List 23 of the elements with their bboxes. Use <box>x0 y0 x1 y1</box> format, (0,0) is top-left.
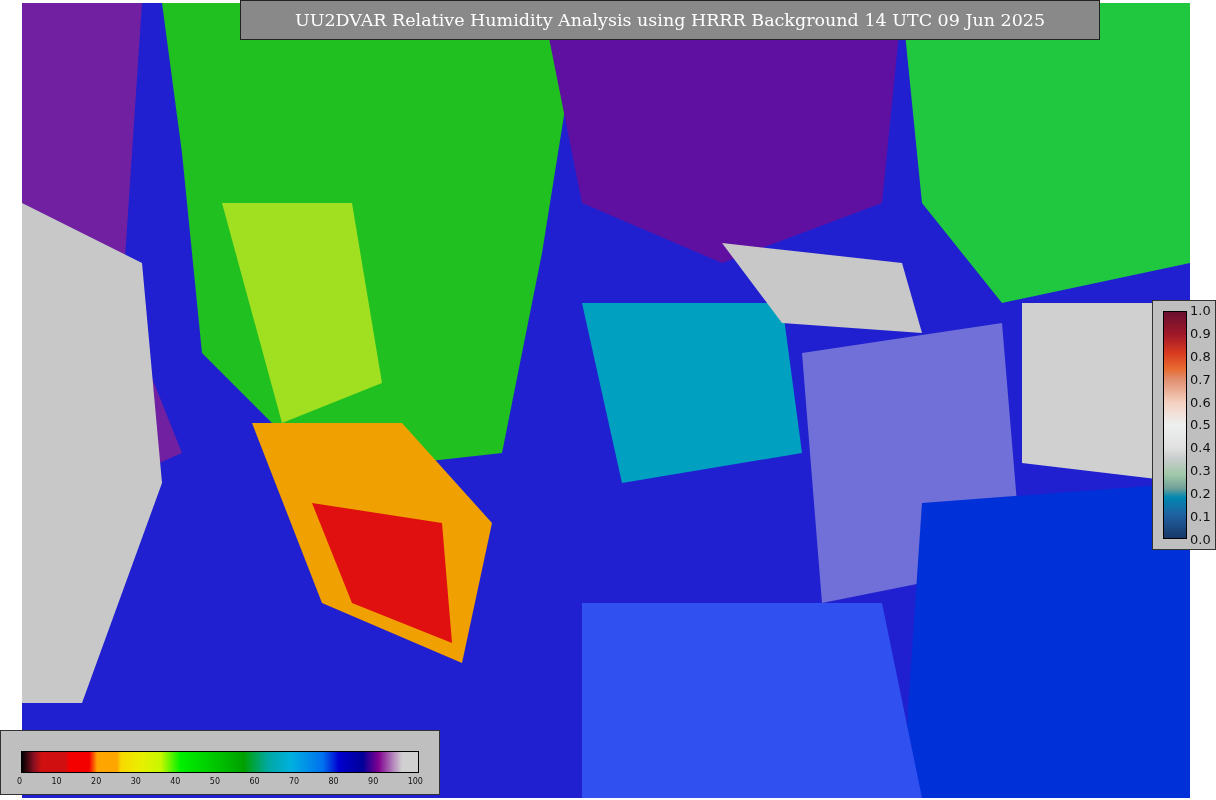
colorbar-tick-label: 0.9 <box>1190 325 1211 341</box>
colorbar-tick-label: 60 <box>249 777 260 786</box>
colorbar-tick-label: 0.3 <box>1190 463 1211 479</box>
colorbar-tick-label: 0.4 <box>1190 440 1211 456</box>
colorbar-tick-label: 0 <box>17 777 23 786</box>
colorbar-tick-label: 0.2 <box>1190 486 1211 502</box>
colorbar-tick-label: 40 <box>170 777 181 786</box>
colorbar-tick-label: 0.0 <box>1190 531 1211 547</box>
colorbar-tick-label: 70 <box>288 777 300 786</box>
colorbar-tick-label: 0.7 <box>1190 371 1211 387</box>
colorbar-tick-label: 0.1 <box>1190 509 1211 524</box>
colorbar-tick-label: 0.6 <box>1190 394 1211 410</box>
colorbar-tick-label: 80 <box>328 777 339 786</box>
colorbar-tick-label: 0.5 <box>1190 417 1211 433</box>
colorbar-tick-label: 90 <box>368 777 379 786</box>
colorbar-tick-label: 100 <box>407 777 423 786</box>
map-title: UU2DVAR Relative Humidity Analysis using HRRR Background 14 UTC 09 Jun 2025 <box>240 0 1100 40</box>
colorbar-tick-label: 20 <box>91 777 102 786</box>
colorbar-tick-label: 50 <box>209 777 220 786</box>
colorbar-tick-label: 10 <box>51 777 62 786</box>
colorbar-tick-label: 1.0 <box>1190 303 1211 318</box>
colorbar-tick-label: 30 <box>130 777 141 786</box>
colorbar-tick-label: 0.8 <box>1190 348 1211 364</box>
